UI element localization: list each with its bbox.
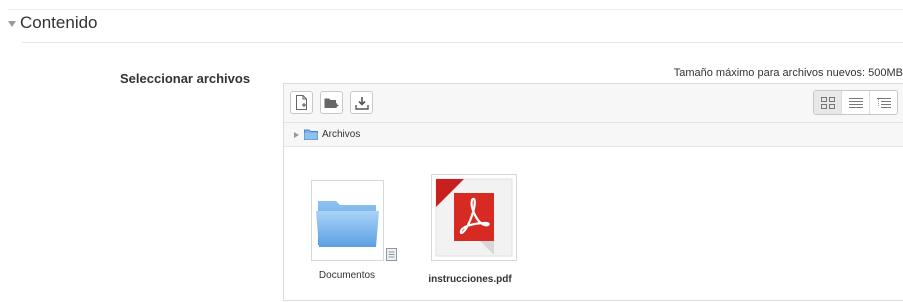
icons-view-button[interactable] [814, 91, 842, 114]
folder-thumbnail[interactable] [311, 180, 384, 261]
file-manager: Archivos Documentos instrucciones.pdf [283, 83, 903, 301]
create-folder-button[interactable] [320, 91, 343, 114]
section-title: Contenido [20, 13, 98, 32]
file-name[interactable]: instrucciones.pdf [410, 274, 530, 285]
top-divider [8, 9, 903, 10]
field-label: Seleccionar archivos [120, 71, 251, 86]
section-divider [22, 42, 903, 43]
file-details-icon[interactable] [386, 248, 397, 261]
create-folder-icon [324, 98, 339, 108]
section-header-contenido[interactable]: Contenido [8, 13, 98, 33]
add-file-button[interactable] [290, 91, 313, 114]
collapse-caret-icon[interactable] [8, 21, 16, 27]
tree-view-button[interactable] [870, 91, 897, 114]
list-view-icon [848, 97, 863, 108]
file-name[interactable]: Documentos [292, 270, 402, 281]
max-size-text: Tamaño máximo para archivos nuevos: 500M… [673, 67, 903, 79]
breadcrumb-root[interactable]: Archivos [322, 129, 360, 140]
download-icon [354, 96, 369, 110]
tree-view-icon [876, 97, 891, 108]
icons-view-icon [820, 96, 835, 109]
folder-small-icon [304, 129, 318, 140]
file-manager-toolbar [284, 84, 903, 123]
file-area: Documentos instrucciones.pdf [284, 147, 903, 297]
folder-icon [316, 201, 379, 247]
breadcrumb: Archivos [284, 123, 903, 147]
view-mode-group [813, 90, 898, 115]
expand-triangle-icon[interactable] [294, 131, 299, 138]
add-file-icon [296, 95, 307, 110]
list-view-button[interactable] [842, 91, 870, 114]
pdf-thumbnail[interactable] [431, 174, 517, 261]
download-all-button[interactable] [350, 91, 373, 114]
pdf-icon [435, 178, 513, 257]
